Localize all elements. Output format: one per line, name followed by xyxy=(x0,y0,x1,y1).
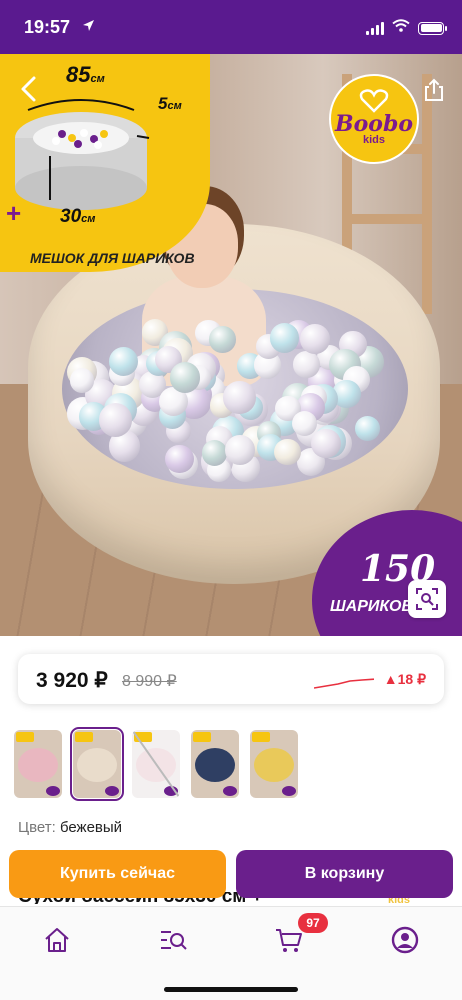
photo-ball xyxy=(300,324,331,354)
brand-name: Boobo xyxy=(335,110,413,137)
pool-diagram xyxy=(15,99,150,210)
tab-profile[interactable] xyxy=(390,925,420,955)
photo-ball xyxy=(269,323,300,353)
thumb-light-pink[interactable] xyxy=(132,730,180,798)
old-price: 8 990 ₽ xyxy=(122,673,177,690)
thumb-count-label xyxy=(105,786,119,796)
photo-ball xyxy=(292,410,318,436)
photo-ball xyxy=(109,346,139,376)
back-button[interactable] xyxy=(14,74,44,104)
plus-sign: + xyxy=(6,198,22,228)
status-bar: 19:57 xyxy=(0,0,462,54)
photo-ball xyxy=(202,440,228,466)
color-label: Цвет: xyxy=(18,819,56,836)
product-image-gallery[interactable]: 85см 5см 30см + МЕШОК ДЛЯ ШАРИКОВ Boobo … xyxy=(0,54,462,636)
heart-icon xyxy=(359,88,389,113)
photo-ball xyxy=(355,415,381,441)
photo-ball xyxy=(274,438,301,466)
location-arrow-icon xyxy=(82,19,95,37)
thumb-pool xyxy=(195,748,235,782)
thumb-navy[interactable] xyxy=(191,730,239,798)
thumb-beige[interactable] xyxy=(70,727,124,801)
wifi-icon xyxy=(392,19,410,37)
thumb-size-label xyxy=(75,732,93,742)
home-indicator xyxy=(164,987,298,992)
thumb-pink[interactable] xyxy=(14,730,62,798)
tab-home[interactable] xyxy=(42,925,72,955)
price-card[interactable]: 3 920 ₽ 8 990 ₽ ▲18 ₽ xyxy=(18,654,444,704)
add-to-cart-button[interactable]: В корзину xyxy=(236,850,453,898)
thumb-count-label xyxy=(46,786,60,796)
thumb-size-label xyxy=(252,732,270,742)
buy-now-button[interactable]: Купить сейчас xyxy=(9,850,226,898)
photo-ball xyxy=(169,361,201,393)
tab-catalog[interactable] xyxy=(158,925,188,955)
thumb-count-label xyxy=(164,786,178,796)
chevron-left-icon xyxy=(21,76,36,102)
thumb-pool xyxy=(18,748,58,782)
color-info: Цвет: бежевый xyxy=(18,819,122,836)
thumb-pool xyxy=(254,748,294,782)
cellular-signal-icon xyxy=(366,21,384,35)
battery-icon xyxy=(418,21,447,35)
photo-ball xyxy=(223,381,256,414)
catalog-search-icon xyxy=(161,931,187,950)
current-price: 3 920 ₽ xyxy=(36,669,108,692)
photo-ball xyxy=(310,428,341,459)
thumb-size-label xyxy=(16,732,34,742)
depth-dimension: 5см xyxy=(158,94,182,113)
brand-subtitle: kids xyxy=(362,133,385,146)
share-icon xyxy=(425,78,443,101)
thumb-yellow[interactable] xyxy=(250,730,298,798)
width-dimension: 85см xyxy=(66,62,105,87)
status-time: 19:57 xyxy=(24,17,71,37)
cart-count-badge: 97 xyxy=(298,913,328,933)
bottom-tab-bar: 97 xyxy=(0,906,462,1000)
color-value: бежевый xyxy=(59,819,123,836)
profile-icon xyxy=(391,926,419,954)
thumb-size-label xyxy=(134,732,152,742)
price-history-sparkline xyxy=(314,678,374,689)
brand-logo: Boobo kids xyxy=(329,74,419,164)
image-search-button[interactable] xyxy=(408,580,446,618)
thumb-count-label xyxy=(282,786,296,796)
thumb-pool xyxy=(77,748,117,782)
price-change: ▲18 ₽ xyxy=(383,671,426,687)
thumb-size-label xyxy=(193,732,211,742)
color-variants xyxy=(14,727,298,801)
thumb-pool xyxy=(136,748,176,782)
share-button[interactable] xyxy=(422,78,446,102)
ball-count-word: ШАРИКОВ xyxy=(330,598,414,615)
thumb-count-label xyxy=(223,786,237,796)
included-bag-text: МЕШОК ДЛЯ ШАРИКОВ xyxy=(30,250,195,266)
image-search-icon xyxy=(416,588,438,610)
height-dimension: 30см xyxy=(60,206,96,227)
photo-ball xyxy=(209,326,236,353)
photo-ball xyxy=(293,351,320,378)
home-icon xyxy=(45,928,69,952)
